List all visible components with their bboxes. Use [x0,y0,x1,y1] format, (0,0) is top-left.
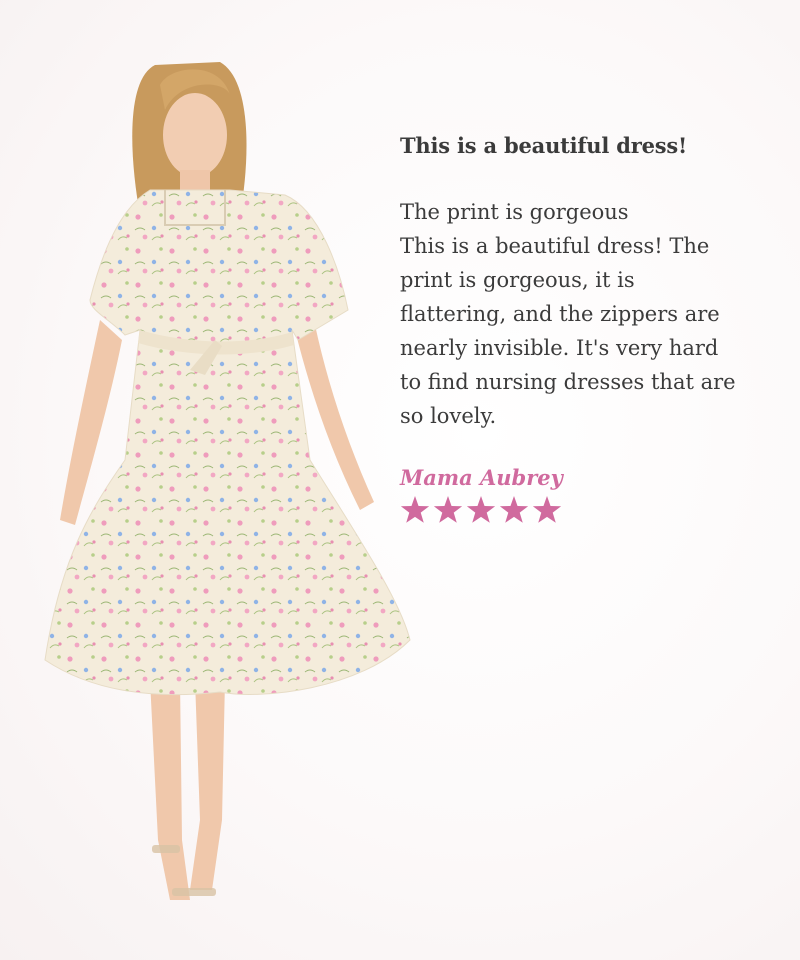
star-icon [532,496,562,524]
sandal [152,845,180,853]
legs [150,680,190,900]
star-icon [400,496,430,524]
reviewer-name: Mama Aubrey [400,465,563,491]
review-subheading: The print is gorgeous [400,200,629,225]
review-body: This is a beautiful dress! The print is … [400,234,736,429]
dress [44,189,411,696]
star-icon [433,496,463,524]
review-title: This is a beautiful dress! [400,133,687,158]
review-panel: This is a beautiful dress! The print is … [400,132,740,524]
face [163,93,227,177]
star-icon [466,496,496,524]
star-icon [499,496,529,524]
product-photo [44,62,411,900]
star-rating [400,496,740,524]
